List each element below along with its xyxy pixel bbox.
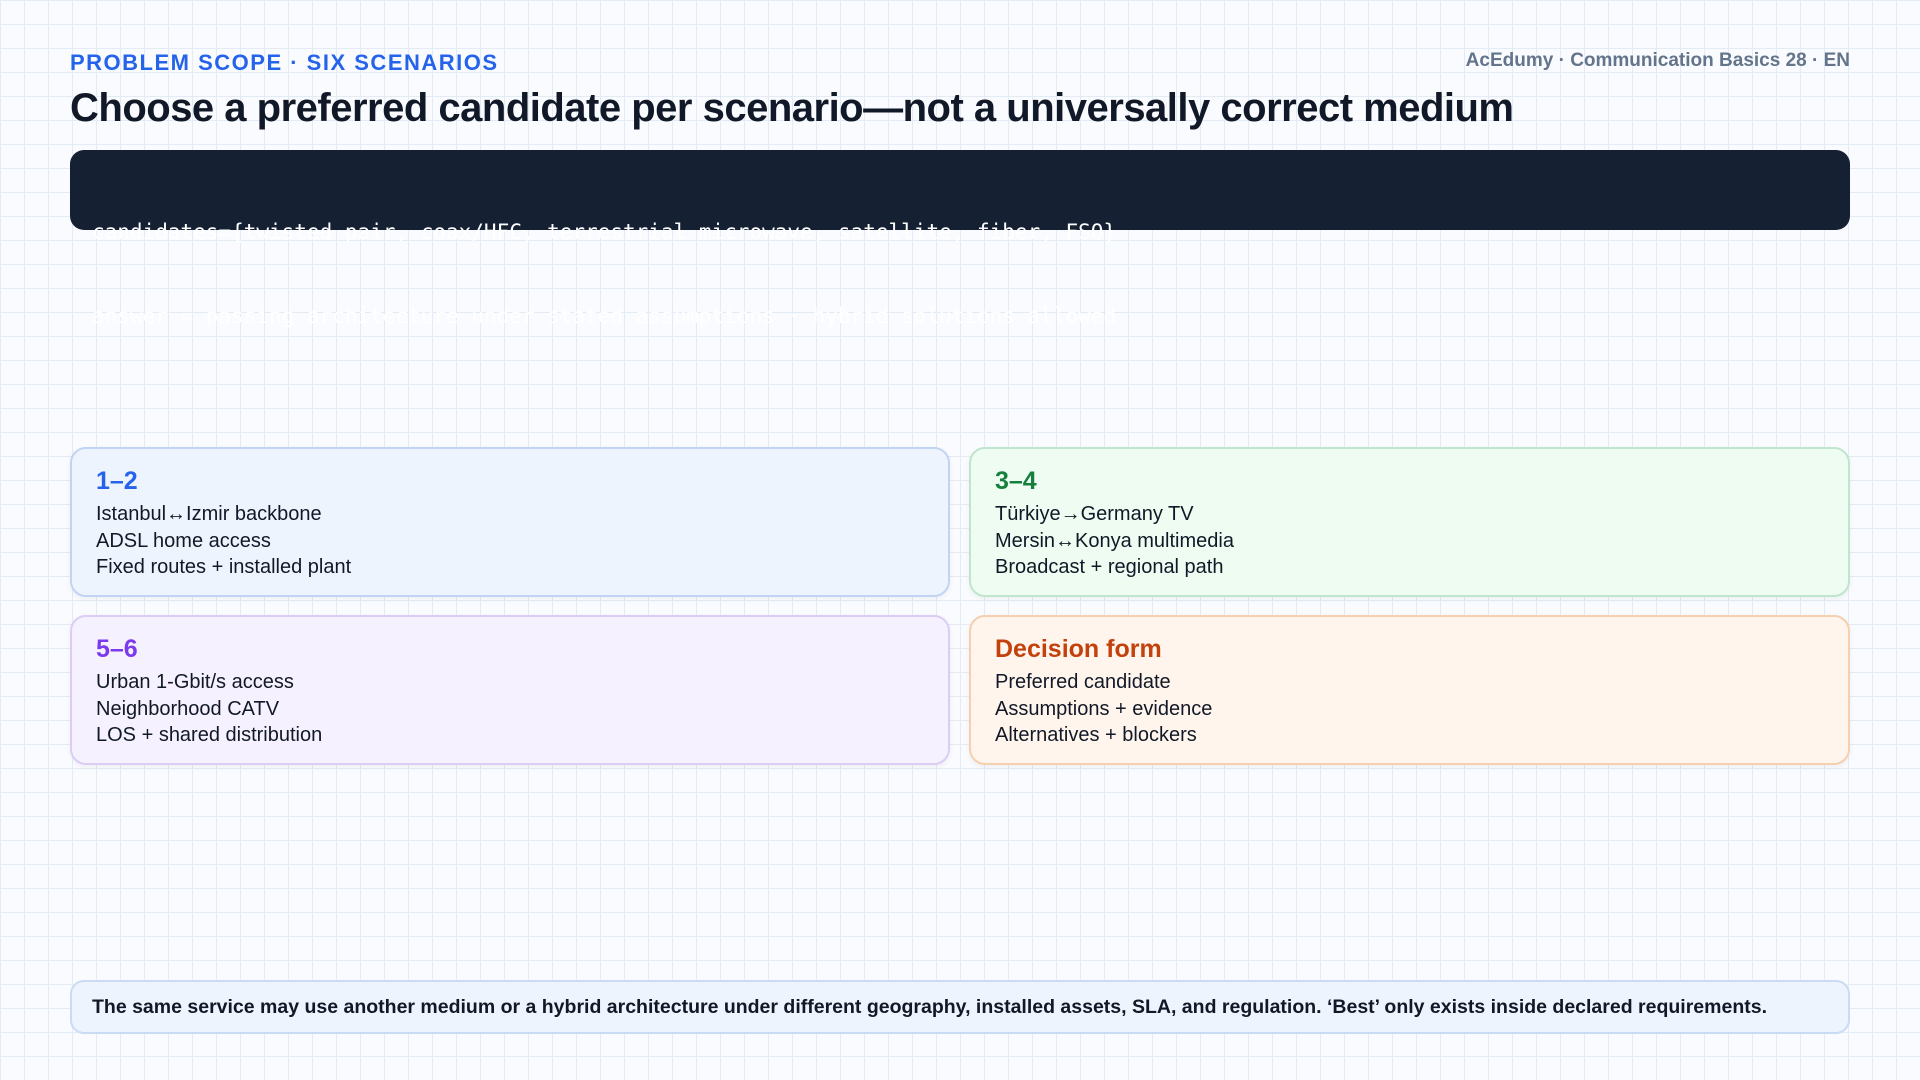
scenario-card-3-4: 3–4 Türkiye→Germany TV Mersin↔Konya mult… xyxy=(969,447,1850,597)
section-kicker: PROBLEM SCOPE · SIX SCENARIOS xyxy=(70,50,499,75)
code-line-candidates: candidates={twisted pair, coax/HFC, terr… xyxy=(92,220,1117,244)
candidates-code-block: candidates={twisted pair, coax/HFC, terr… xyxy=(70,150,1850,328)
card-line: ADSL home access xyxy=(96,529,271,552)
course-brand: AcEdumy · Communication Basics 28 · EN xyxy=(1465,50,1850,71)
card-line: Istanbul↔Izmir backbone xyxy=(96,503,322,525)
card-line: Alternatives + blockers xyxy=(995,724,1197,746)
code-line-answer: answer = passing architecture under stat… xyxy=(92,304,1117,328)
card-line: Neighborhood CATV xyxy=(96,697,280,720)
card-line: LOS + shared distribution xyxy=(96,724,323,746)
card-line: Preferred candidate xyxy=(995,671,1171,693)
card-line: Mersin↔Konya multimedia xyxy=(995,529,1234,552)
decision-form-card: Decision form Preferred candidate Assump… xyxy=(969,615,1850,765)
scenario-card-5-6: 5–6 Urban 1-Gbit/s access Neighborhood C… xyxy=(70,615,950,765)
card-title: 1–2 xyxy=(96,467,138,495)
card-line: Broadcast + regional path xyxy=(995,556,1224,578)
card-title: 5–6 xyxy=(96,635,138,663)
page-title: Choose a preferred candidate per scenari… xyxy=(70,86,1514,130)
card-line: Türkiye→Germany TV xyxy=(995,503,1194,525)
card-line: Fixed routes + installed plant xyxy=(96,556,352,578)
card-line: Urban 1-Gbit/s access xyxy=(96,671,294,693)
card-title: 3–4 xyxy=(995,467,1037,495)
card-line: Assumptions + evidence xyxy=(995,697,1213,720)
card-title: Decision form xyxy=(995,635,1162,663)
footer-note: The same service may use another medium … xyxy=(70,980,1850,1034)
footer-note-text: The same service may use another medium … xyxy=(92,995,1767,1018)
scenario-card-1-2: 1–2 Istanbul↔Izmir backbone ADSL home ac… xyxy=(70,447,950,597)
